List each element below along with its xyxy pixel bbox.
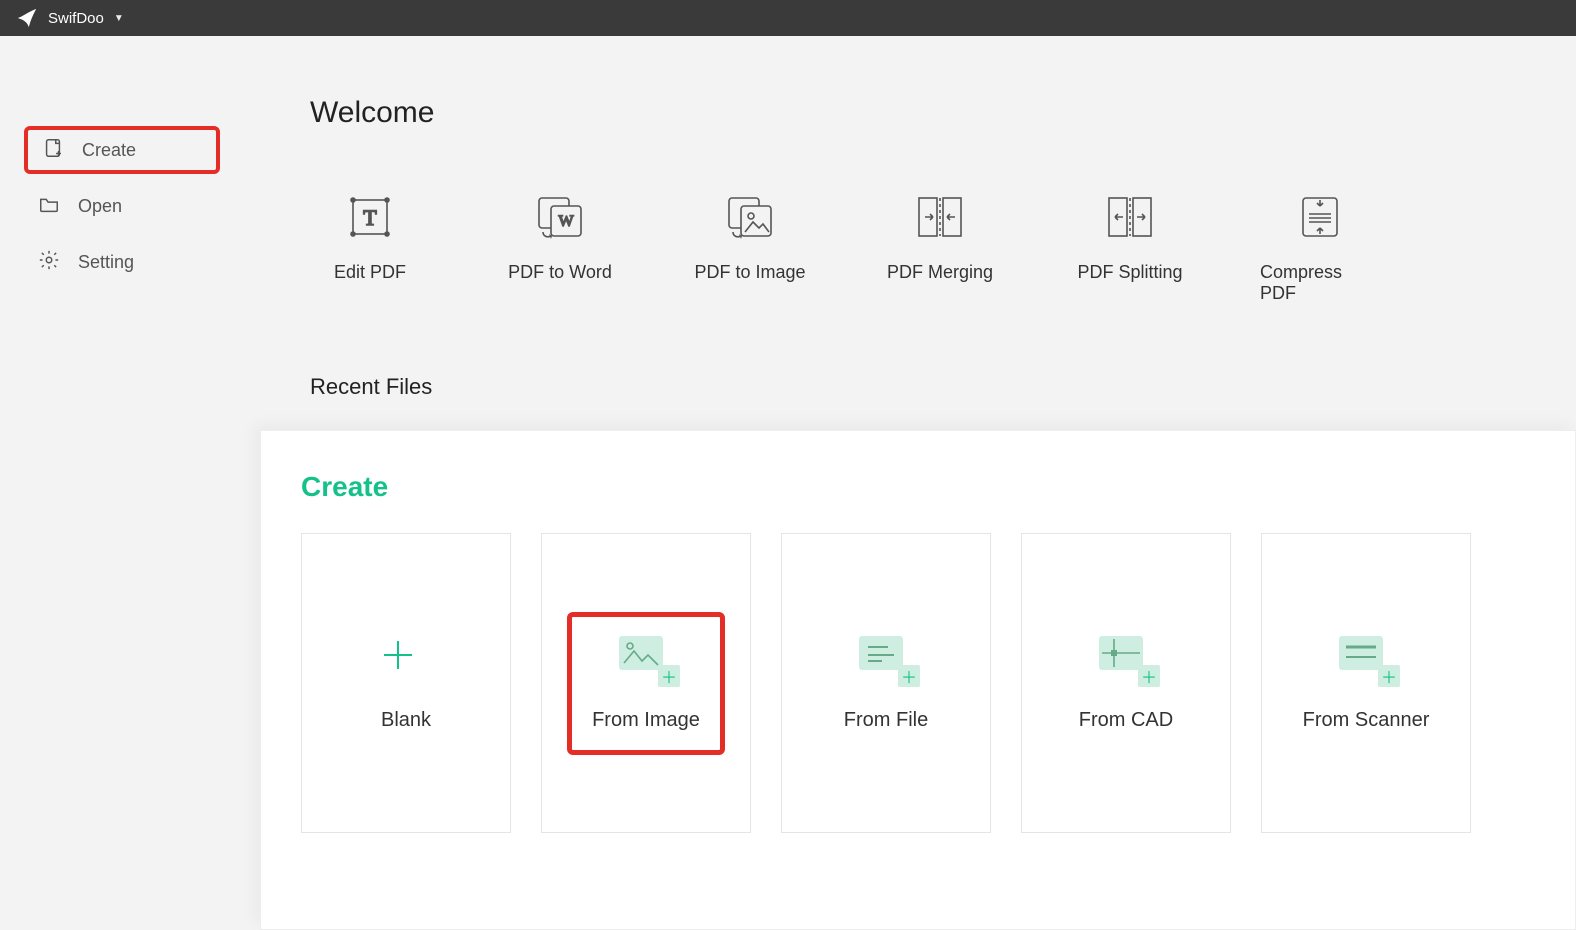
titlebar: SwifDoo ▼ <box>0 0 1576 36</box>
create-card-from-scanner[interactable]: ＋ From Scanner <box>1261 533 1471 833</box>
app-menu-caret-icon[interactable]: ▼ <box>114 13 124 24</box>
create-icon <box>42 137 64 164</box>
tool-label: Edit PDF <box>334 262 406 283</box>
create-card-from-image[interactable]: ＋ From Image <box>541 533 751 833</box>
plus-badge-icon: ＋ <box>658 665 680 687</box>
pdf-split-icon <box>1103 190 1157 244</box>
welcome-heading: Welcome <box>310 96 1576 130</box>
create-card-blank[interactable]: Blank <box>301 533 511 833</box>
sidebar-label-setting: Setting <box>78 252 134 273</box>
sidebar-label-create: Create <box>82 140 136 161</box>
edit-pdf-icon: T <box>343 190 397 244</box>
create-card-from-cad[interactable]: ＋ From CAD <box>1021 533 1231 833</box>
card-label: Blank <box>381 709 431 732</box>
sidebar-label-open: Open <box>78 196 122 217</box>
tool-pdf-splitting[interactable]: PDF Splitting <box>1070 190 1190 304</box>
main-area: Create Open Setting Welcome T Edit PDF <box>0 36 1576 876</box>
blank-plus-icon <box>378 635 434 679</box>
tool-label: PDF to Image <box>694 262 805 283</box>
card-label: From CAD <box>1079 709 1173 732</box>
from-image-icon: ＋ <box>618 635 674 679</box>
sidebar-item-open[interactable]: Open <box>24 182 220 230</box>
create-panel: Create Blank ＋ From Image <box>260 430 1576 930</box>
tool-label: PDF to Word <box>508 262 612 283</box>
create-heading: Create <box>301 471 1535 503</box>
pdf-to-word-icon: W <box>533 190 587 244</box>
compress-pdf-icon <box>1293 190 1347 244</box>
pdf-merge-icon <box>913 190 967 244</box>
app-name: SwifDoo <box>48 10 104 27</box>
tool-compress-pdf[interactable]: Compress PDF <box>1260 190 1380 304</box>
from-image-highlight: ＋ From Image <box>567 612 725 755</box>
create-card-from-file[interactable]: ＋ From File <box>781 533 991 833</box>
from-scanner-icon: ＋ <box>1338 635 1394 679</box>
from-file-icon: ＋ <box>858 635 914 679</box>
tool-label: PDF Merging <box>887 262 993 283</box>
sidebar-item-setting[interactable]: Setting <box>24 238 220 286</box>
svg-text:T: T <box>363 205 377 230</box>
tool-pdf-merging[interactable]: PDF Merging <box>880 190 1000 304</box>
from-cad-icon: ＋ <box>1098 635 1154 679</box>
content: Welcome T Edit PDF W PDF to Word PDF to … <box>230 36 1576 876</box>
svg-text:W: W <box>558 213 574 230</box>
card-label: From Image <box>592 709 700 732</box>
tool-pdf-to-image[interactable]: PDF to Image <box>690 190 810 304</box>
recent-files-heading: Recent Files <box>310 374 1576 400</box>
pdf-to-image-icon <box>723 190 777 244</box>
plus-badge-icon: ＋ <box>1138 665 1160 687</box>
tool-pdf-to-word[interactable]: W PDF to Word <box>500 190 620 304</box>
create-card-row: Blank ＋ From Image ＋ <box>301 533 1535 833</box>
folder-icon <box>38 193 60 220</box>
tool-edit-pdf[interactable]: T Edit PDF <box>310 190 430 304</box>
card-label: From File <box>844 709 928 732</box>
tool-label: PDF Splitting <box>1077 262 1182 283</box>
gear-icon <box>38 249 60 276</box>
sidebar: Create Open Setting <box>0 36 230 876</box>
plus-badge-icon: ＋ <box>898 665 920 687</box>
tool-label: Compress PDF <box>1260 262 1380 304</box>
app-logo-icon <box>16 7 38 29</box>
tool-row: T Edit PDF W PDF to Word PDF to Image <box>310 190 1576 304</box>
plus-badge-icon: ＋ <box>1378 665 1400 687</box>
card-label: From Scanner <box>1303 709 1430 732</box>
sidebar-item-create[interactable]: Create <box>24 126 220 174</box>
